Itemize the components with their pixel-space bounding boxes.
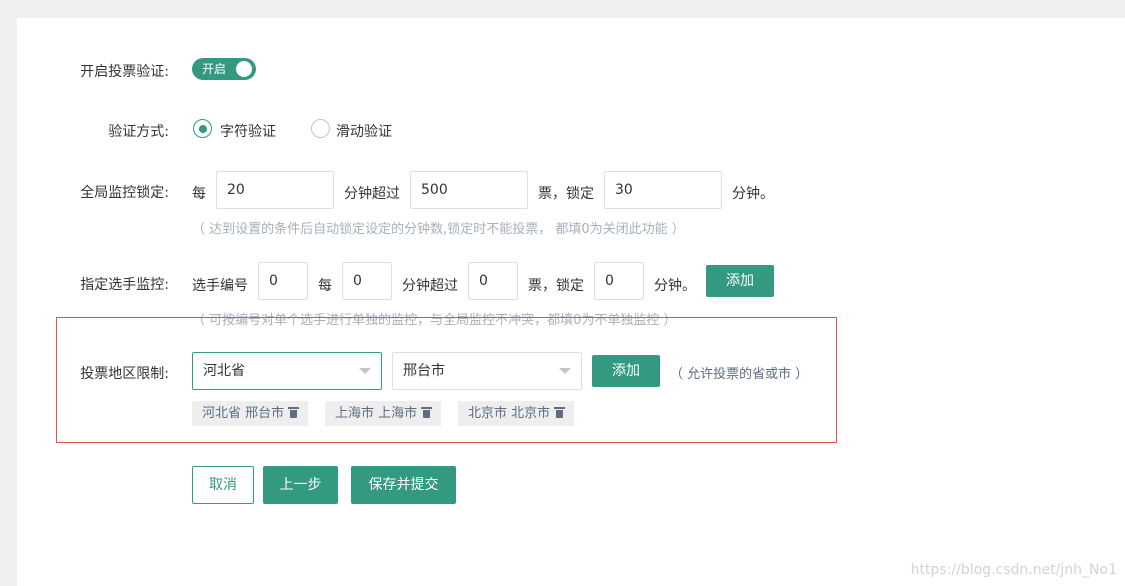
global-minutes-input[interactable] <box>216 171 334 209</box>
city-select-value: 邢台市 <box>403 363 445 379</box>
trash-icon[interactable] <box>421 407 433 418</box>
contestant-votes-input[interactable] <box>468 262 518 300</box>
chevron-down-icon <box>559 368 571 374</box>
vote-verify-label: 开启投票验证: <box>80 64 169 80</box>
region-tag: 河北省 邢台市 <box>192 401 309 426</box>
chevron-down-icon <box>359 368 371 374</box>
region-tag-label: 河北省 邢台市 <box>202 406 285 421</box>
city-select[interactable]: 邢台市 <box>392 352 582 390</box>
region-tag: 上海市 上海市 <box>325 401 442 426</box>
region-tag: 北京市 北京市 <box>458 401 575 426</box>
region-tag-label: 北京市 北京市 <box>468 406 551 421</box>
watermark-text: https://blog.csdn.net/jnh_No1 <box>910 562 1117 578</box>
switch-text: 开启 <box>202 62 227 76</box>
radio-slide-verify[interactable] <box>311 119 330 138</box>
global-lock-label: 全局监控锁定: <box>80 185 169 201</box>
province-select[interactable]: 河北省 <box>192 352 382 390</box>
province-select-value: 河北省 <box>203 363 245 379</box>
region-limit-label: 投票地区限制: <box>80 366 169 382</box>
contestant-text-minutes: 分钟。 <box>654 278 696 294</box>
radio-slide-verify-label[interactable]: 滑动验证 <box>336 121 392 141</box>
global-lock-text-exceed: 分钟超过 <box>344 186 400 202</box>
radio-char-verify[interactable] <box>193 119 212 138</box>
cancel-button[interactable]: 取消 <box>192 466 254 504</box>
verify-method-label: 验证方式: <box>108 124 169 140</box>
global-lock-hint: （ 达到设置的条件后自动锁定设定的分钟数,锁定时不能投票， 都填0为关闭此功能 … <box>192 222 685 237</box>
vote-verify-switch[interactable]: 开启 <box>192 58 256 80</box>
contestant-number-input[interactable] <box>258 262 308 300</box>
global-votes-input[interactable] <box>410 171 528 209</box>
global-lock-text-minutes: 分钟。 <box>732 186 774 202</box>
global-lock-text-every: 每 <box>192 186 206 202</box>
contestant-text-every: 每 <box>318 278 332 294</box>
form-panel <box>17 18 1125 586</box>
radio-char-verify-label[interactable]: 字符验证 <box>220 121 276 141</box>
prev-step-button[interactable]: 上一步 <box>263 466 338 504</box>
contestant-lock-input[interactable] <box>594 262 644 300</box>
contestant-lock-label: 指定选手监控: <box>80 277 169 293</box>
contestant-add-button[interactable]: 添加 <box>706 265 774 297</box>
contestant-text-exceed: 分钟超过 <box>402 278 458 294</box>
global-lock-input[interactable] <box>604 171 722 209</box>
trash-icon[interactable] <box>554 407 566 418</box>
trash-icon[interactable] <box>288 407 300 418</box>
contestant-number-text: 选手编号 <box>192 278 248 294</box>
switch-knob <box>236 61 252 77</box>
region-add-button[interactable]: 添加 <box>592 355 660 387</box>
global-lock-text-lock: 票，锁定 <box>538 186 594 202</box>
contestant-text-lock: 票，锁定 <box>528 278 584 294</box>
region-tag-label: 上海市 上海市 <box>335 406 418 421</box>
contestant-minutes-input[interactable] <box>342 262 392 300</box>
region-limit-hint: （ 允许投票的省或市 ） <box>670 367 809 382</box>
save-submit-button[interactable]: 保存并提交 <box>351 466 456 504</box>
